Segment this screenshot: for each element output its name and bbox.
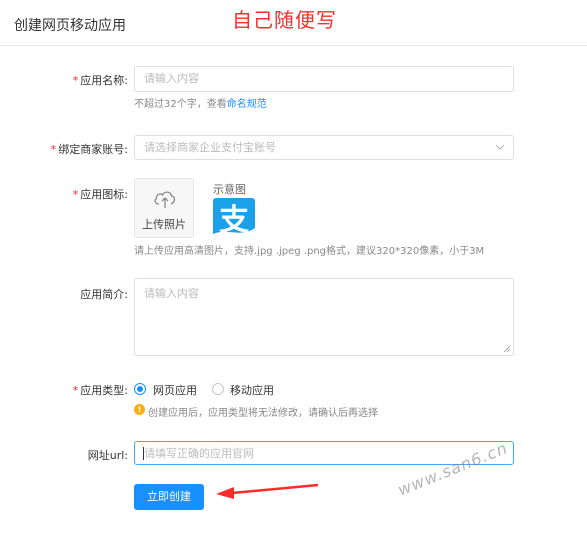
required-mark: * [72,74,79,87]
app-icon-label: * 应用图标: [72,188,128,201]
upload-photo-label: 上传照片 [142,218,186,231]
required-mark: * [72,384,79,397]
merchant-account-select[interactable]: 请选择商家企业支付宝账号 [134,135,514,160]
radio-mobile-app-label[interactable]: 移动应用 [230,382,274,398]
annotation-note: 自己随便写 [232,8,337,32]
app-type-warning: 创建应用后，应用类型将无法修改，请确认后再选择 [148,408,378,419]
alipay-glyph: 支 [213,203,255,240]
radio-web-app[interactable] [134,383,146,395]
sample-label: 示意图 [213,183,246,196]
radio-mobile-app[interactable] [212,383,224,395]
app-intro-textarea[interactable]: 请输入内容 [134,278,514,356]
required-mark: * [50,143,57,156]
page-title: 创建网页移动应用 [14,18,126,34]
app-name-label: * 应用名称: [72,74,128,87]
chevron-down-icon [495,144,505,150]
app-icon-help: 请上传应用高清图片，支持.jpg .jpeg .png格式，建议320*320像… [134,246,485,257]
app-intro-label: 应用简介: [80,288,128,301]
text-cursor [143,447,144,460]
merchant-account-label: * 绑定商家账号: [50,143,128,156]
upload-photo-button[interactable]: 上传照片 [134,178,194,238]
app-name-input[interactable]: 请输入内容 [134,66,514,92]
page-header: 创建网页移动应用 自己随便写 [0,0,587,46]
radio-web-app-label[interactable]: 网页应用 [153,382,197,398]
warning-icon: ! [134,404,145,415]
url-label: 网址url: [87,449,128,462]
app-type-label: * 应用类型: [72,384,128,397]
resize-handle-icon[interactable] [503,345,511,353]
required-mark: * [72,188,79,201]
annotation-arrow-icon [216,483,319,499]
app-name-help: 不超过32个字，查看命名规范 [134,99,267,110]
alipay-logo-icon: 支 [213,198,255,240]
naming-rules-link[interactable]: 命名规范 [227,99,267,110]
create-now-button[interactable]: 立即创建 [134,484,204,510]
cloud-upload-icon [154,191,176,208]
